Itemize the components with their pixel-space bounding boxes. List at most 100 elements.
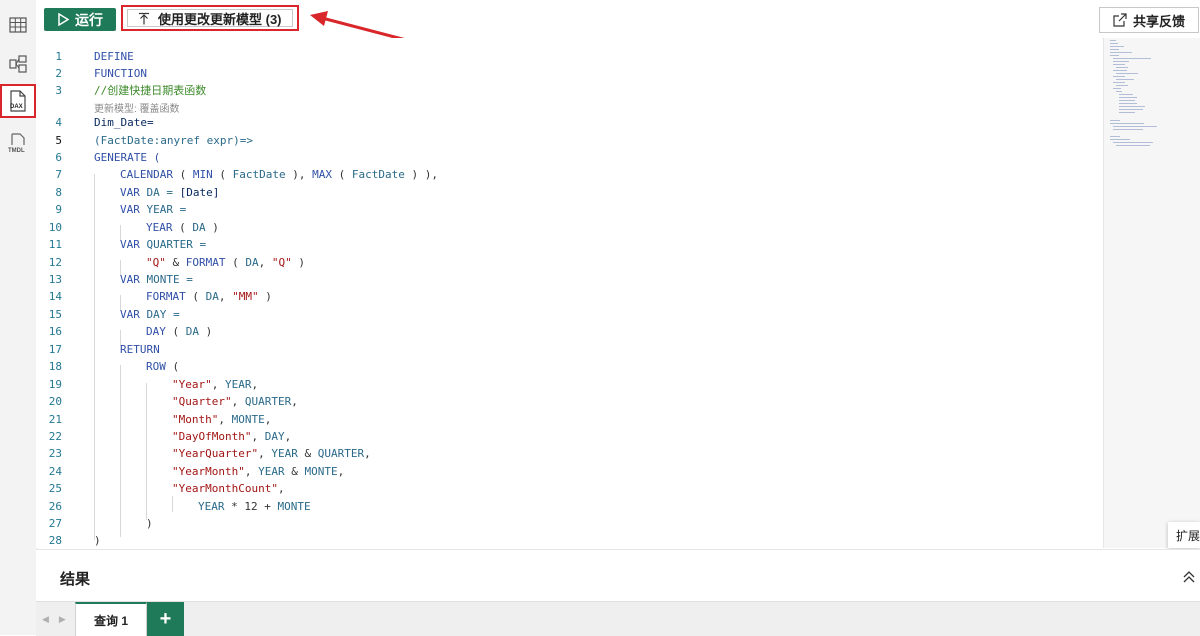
minimap-line <box>1116 73 1138 74</box>
code-text: FUNCTION <box>94 67 147 80</box>
line-number: 19 <box>48 378 62 391</box>
share-feedback-button[interactable]: 共享反馈 <box>1099 7 1199 33</box>
minimap-line <box>1110 43 1118 44</box>
minimap-line <box>1110 123 1144 124</box>
code-text: VAR QUARTER = <box>120 238 207 251</box>
code-text: VAR MONTE = <box>120 273 193 286</box>
line-number: 11 <box>48 238 62 251</box>
line-number: 8 <box>55 186 62 199</box>
minimap-line <box>1110 46 1124 47</box>
minimap-line <box>1110 139 1130 140</box>
tab-query-1[interactable]: 查询 1 <box>75 602 147 636</box>
dax-label: DAX <box>10 104 23 110</box>
update-model-button-inner[interactable]: 使用更改更新模型 (3) <box>127 9 293 27</box>
code-comment: //创建快捷日期表函数 <box>94 84 207 97</box>
tab-scroll-arrows[interactable]: ◀▶ <box>42 614 76 625</box>
results-panel: 结果 <box>36 549 1200 602</box>
code-text: DEFINE <box>94 50 134 63</box>
line-number: 26 <box>48 500 62 513</box>
line-number: 18 <box>48 360 62 373</box>
minimap-line <box>1113 129 1143 130</box>
line-number: 22 <box>48 430 62 443</box>
code-text: CALENDAR ( MIN ( FactDate ), MAX ( FactD… <box>120 168 438 181</box>
line-number: 28 <box>48 534 62 547</box>
code-lens-update-model[interactable]: 更新模型: 覆盖函数 <box>94 100 180 115</box>
line-number: 15 <box>48 308 62 321</box>
minimap-line <box>1113 142 1153 143</box>
code-text: (FactDate:anyref expr)=> <box>94 134 253 147</box>
indent-guide <box>172 496 173 512</box>
minimap-line <box>1119 112 1135 113</box>
minimap-line <box>1110 40 1116 41</box>
minimap-line <box>1110 55 1119 56</box>
minimap-line <box>1119 94 1133 95</box>
model-view-icon[interactable] <box>4 50 32 78</box>
table-view-icon[interactable] <box>4 11 32 39</box>
upload-icon <box>139 12 149 24</box>
line-number: 3 <box>55 84 62 97</box>
minimap-line <box>1113 70 1127 71</box>
line-number: 24 <box>48 465 62 478</box>
minimap-line <box>1119 109 1143 110</box>
line-number: 27 <box>48 517 62 530</box>
code-text: VAR DAY = <box>120 308 180 321</box>
code-text: VAR DA = [Date] <box>120 186 220 199</box>
minimap-line <box>1113 88 1121 89</box>
line-number: 2 <box>55 67 62 80</box>
code-text: ) <box>146 517 153 530</box>
code-text: RETURN <box>120 343 160 356</box>
update-model-button[interactable]: 使用更改更新模型 (3) <box>121 5 299 31</box>
expand-tooltip: 扩展 <box>1168 522 1200 548</box>
code-text: "YearMonth", YEAR & MONTE, <box>172 465 345 478</box>
minimap-line <box>1113 64 1125 65</box>
code-text: "Month", MONTE, <box>172 413 272 426</box>
query-tab-bar: ◀▶ 查询 1 + <box>36 601 1200 636</box>
code-text: "Quarter", QUARTER, <box>172 395 298 408</box>
code-text: "DayOfMonth", DAY, <box>172 430 292 443</box>
indent-guide <box>120 365 121 537</box>
minimap-line <box>1110 49 1119 50</box>
minimap-line <box>1113 58 1151 59</box>
run-button[interactable]: 运行 <box>44 8 116 31</box>
minimap-line <box>1116 145 1150 146</box>
share-icon <box>1113 13 1127 27</box>
chevron-up-icon[interactable] <box>1182 570 1196 584</box>
toolbar: 运行 使用更改更新模型 (3) 共享反馈 <box>36 0 1200 39</box>
minimap-line <box>1113 126 1157 127</box>
line-number: 23 <box>48 447 62 460</box>
minimap-line <box>1110 136 1120 137</box>
minimap-line <box>1116 79 1134 80</box>
code-text: YEAR * 12 + MONTE <box>198 500 311 513</box>
line-number: 1 <box>55 50 62 63</box>
dax-code-editor[interactable]: 1 DEFINE 2 FUNCTION 3 //创建快捷日期表函数 更新模型: 覆盖函… <box>36 38 1102 548</box>
line-number: 14 <box>48 290 62 303</box>
code-text: YEAR ( DA ) <box>146 221 219 234</box>
run-button-label: 运行 <box>75 11 103 28</box>
minimap-line <box>1113 82 1125 83</box>
line-number: 10 <box>48 221 62 234</box>
add-query-button[interactable]: + <box>147 602 184 636</box>
line-number: 25 <box>48 482 62 495</box>
indent-guide <box>146 383 147 520</box>
code-minimap[interactable] <box>1103 38 1200 548</box>
minimap-line <box>1113 76 1125 77</box>
code-text: "YearMonthCount", <box>172 482 285 495</box>
minimap-line <box>1119 106 1145 107</box>
minimap-line <box>1116 91 1122 92</box>
code-text: "Year", YEAR, <box>172 378 259 391</box>
minimap-line <box>1119 103 1137 104</box>
dax-query-view-icon[interactable]: DAX <box>0 84 36 118</box>
line-number: 7 <box>55 168 62 181</box>
minimap-line <box>1110 120 1120 121</box>
line-number: 6 <box>55 151 62 164</box>
line-number: 17 <box>48 343 62 356</box>
line-number: 21 <box>48 413 62 426</box>
minimap-line <box>1119 97 1137 98</box>
tmdl-label: TMDL <box>8 148 25 154</box>
tmdl-view-icon[interactable]: TMDL <box>4 130 32 158</box>
line-number: 4 <box>55 116 62 129</box>
play-icon <box>58 13 69 26</box>
code-text: FORMAT ( DA, "MM" ) <box>146 290 272 303</box>
code-text: DAY ( DA ) <box>146 325 213 338</box>
left-rail: DAX TMDL <box>0 0 37 635</box>
